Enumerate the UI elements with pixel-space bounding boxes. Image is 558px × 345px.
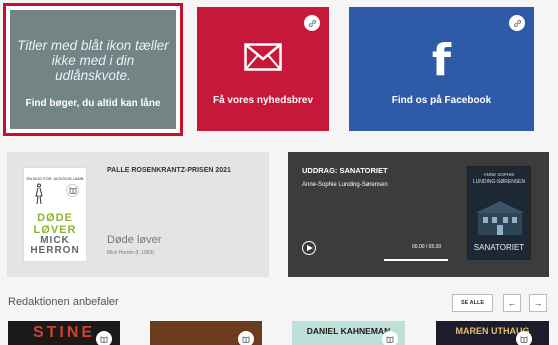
tile-newsletter-label: Få vores nyhedsbrev: [212, 95, 314, 106]
book-icon: [382, 331, 398, 345]
prize-heading: PALLE ROSENKRANTZ-PRISEN 2021: [107, 167, 231, 174]
see-all-button[interactable]: SE ALLE: [452, 294, 493, 312]
prize-card[interactable]: EN BOG FOR JACKSON LAMB DØDE LØVER MICK …: [7, 152, 269, 277]
prize-book-title[interactable]: Døde løver: [107, 234, 161, 246]
cover-author-text-2: LUNDING-SØRENSEN: [472, 179, 526, 185]
tile-facebook[interactable]: f Find os på Facebook: [349, 7, 534, 131]
tile-newsletter[interactable]: Få vores nyhedsbrev: [197, 7, 329, 131]
tile-loanable-books-label: Find bøger, du altid kan låne: [25, 98, 161, 109]
audio-progress-track[interactable]: [384, 259, 448, 261]
envelope-icon: [244, 43, 282, 71]
next-arrow-button[interactable]: →: [529, 294, 547, 312]
section-title: Redaktionen anbefaler: [8, 296, 119, 308]
book-card[interactable]: DANIEL KAHNEMAN: [292, 321, 405, 345]
prev-arrow-button[interactable]: ←: [503, 294, 521, 312]
link-icon: [304, 15, 320, 31]
book-card[interactable]: MAREN UTHAUG: [436, 321, 549, 345]
cover-author-text: ANNE SOPHIE: [483, 172, 515, 177]
tile-facebook-label: Find os på Facebook: [391, 95, 492, 106]
book-cover[interactable]: EN BOG FOR JACKSON LAMB DØDE LØVER MICK …: [23, 167, 87, 262]
tile-loanable-books-body: Titler med blåt ikon tæller ikke med i d…: [10, 10, 176, 129]
prize-book-author: Mick Herron (f. 1963): [107, 250, 154, 256]
book-cover-text: MAREN UTHAUG: [455, 326, 530, 336]
book-icon: [96, 331, 112, 345]
book-icon: [66, 184, 79, 197]
book-icon: [516, 331, 532, 345]
play-button[interactable]: [302, 241, 316, 255]
excerpt-heading: UDDRAG: SANATORIET: [302, 166, 388, 175]
cover-title-text: DØDE LØVER: [33, 212, 77, 236]
cover-title-text: SANATORIET: [473, 243, 525, 252]
tile-loanable-books[interactable]: Titler med blåt ikon tæller ikke med i d…: [3, 3, 183, 136]
book-card[interactable]: STINE: [8, 321, 120, 345]
facebook-icon: f: [431, 35, 452, 86]
excerpt-card[interactable]: UDDRAG: SANATORIET Anne-Sophie Lunding-S…: [288, 152, 549, 277]
cover-series-text: EN BOG FOR JACKSON LAMB: [26, 176, 84, 181]
building-image: [476, 201, 524, 235]
book-cover[interactable]: ANNE SOPHIE LUNDING-SØRENSEN SANATORIET: [467, 166, 531, 260]
book-icon: [238, 331, 254, 345]
figure-icon: [35, 183, 43, 205]
loan-quota-note: Titler med blåt ikon tæller ikke med i d…: [17, 38, 169, 83]
cover-author-text: MICK HERRON: [30, 235, 80, 256]
excerpt-author: Anne-Sophie Lunding-Sørensen: [302, 182, 388, 188]
book-card[interactable]: [150, 321, 262, 345]
audio-time: 00.00 / 05.00: [412, 244, 442, 250]
link-icon: [509, 15, 525, 31]
